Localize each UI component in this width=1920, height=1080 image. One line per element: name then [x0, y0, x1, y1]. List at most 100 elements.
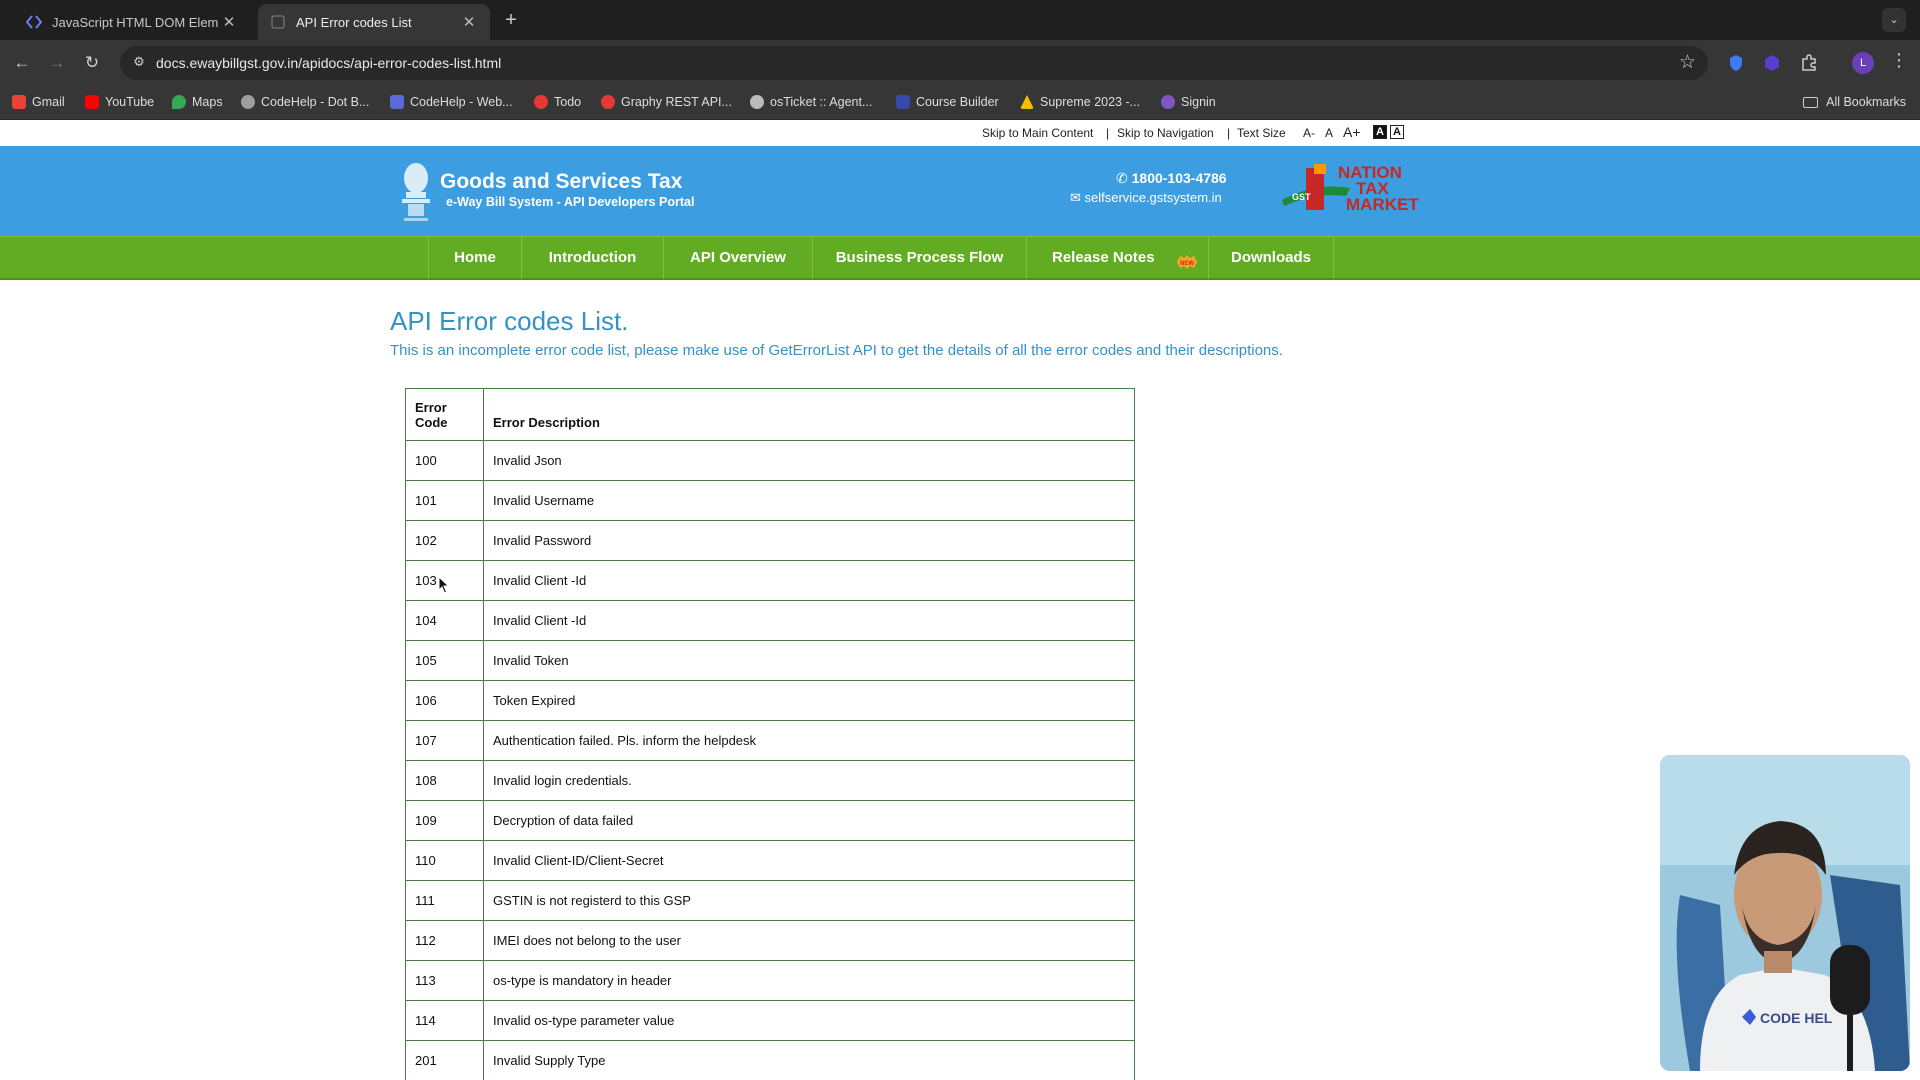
support-email[interactable]: ✉ selfservice.gstsystem.in	[1070, 190, 1222, 206]
bookmark-graphy[interactable]: Graphy REST API...	[601, 95, 732, 109]
table-header-row: Error Code Error Description	[405, 388, 1135, 441]
error-description-cell: Invalid Client -Id	[483, 600, 1135, 641]
national-emblem-icon	[402, 163, 430, 221]
bookmarks-bar: Gmail YouTube Maps CodeHelp - Dot B... C…	[0, 86, 1920, 120]
error-description-cell: Invalid Client-ID/Client-Secret	[483, 840, 1135, 881]
error-code-cell: 105	[405, 640, 484, 681]
table-row: 107 Authentication failed. Pls. inform th…	[405, 720, 1135, 761]
site-info-icon[interactable]: ⚙	[130, 54, 148, 72]
skip-main-link[interactable]: Skip to Main Content	[982, 126, 1093, 140]
back-arrow-icon[interactable]: ←	[10, 51, 34, 75]
globe-icon	[241, 95, 255, 109]
tab-search-chevron-icon[interactable]: ⌄	[1882, 8, 1906, 32]
error-description-cell: GSTIN is not registerd to this GSP	[483, 880, 1135, 921]
bookmark-codehelp-dotb[interactable]: CodeHelp - Dot B...	[241, 95, 369, 109]
address-bar[interactable]: ⚙ docs.ewaybillgst.gov.in/apidocs/api-er…	[120, 46, 1708, 80]
error-code-cell: 102	[405, 520, 484, 561]
table-row: 104 Invalid Client -Id	[405, 600, 1135, 641]
table-row: 106 Token Expired	[405, 680, 1135, 721]
table-row: 109 Decryption of data failed	[405, 800, 1135, 841]
error-description-cell: Invalid Username	[483, 480, 1135, 521]
close-tab-icon[interactable]: ✕	[460, 13, 478, 31]
error-code-cell: 110	[405, 840, 484, 881]
table-row: 201 Invalid Supply Type	[405, 1040, 1135, 1080]
nav-downloads[interactable]: Downloads	[1208, 237, 1334, 279]
page-note: This is an incomplete error code list, p…	[390, 342, 1283, 359]
profile-avatar[interactable]: L	[1852, 52, 1874, 74]
text-size-normal[interactable]: A	[1325, 126, 1333, 140]
new-tab-plus-icon[interactable]: +	[500, 9, 522, 31]
site-title: Goods and Services Tax	[440, 170, 683, 193]
youtube-icon	[85, 95, 99, 109]
reload-icon[interactable]: ↻	[80, 51, 104, 75]
error-description-cell: Invalid os-type parameter value	[483, 1000, 1135, 1041]
nav-api-overview[interactable]: API Overview	[663, 237, 812, 279]
page-favicon-icon	[270, 14, 286, 30]
table-body: 100 Invalid Json 101 Invalid Username 102 Inv…	[405, 440, 1135, 1080]
nav-introduction[interactable]: Introduction	[521, 237, 663, 279]
text-size-increase[interactable]: A+	[1343, 124, 1361, 140]
bookmark-star-icon[interactable]: ☆	[1679, 51, 1696, 74]
puzzle-extensions-icon[interactable]	[1799, 53, 1819, 73]
error-code-cell: 107	[405, 720, 484, 761]
error-description-cell: Decryption of data failed	[483, 800, 1135, 841]
bookmark-course-builder[interactable]: Course Builder	[896, 95, 999, 109]
separator: |	[1106, 126, 1110, 140]
error-code-cell: 112	[405, 920, 484, 961]
error-description-cell: Invalid Password	[483, 520, 1135, 561]
nav-business-process-flow[interactable]: Business Process Flow	[812, 237, 1026, 279]
table-row: 101 Invalid Username	[405, 480, 1135, 521]
bookmark-osticket[interactable]: osTicket :: Agent...	[750, 95, 872, 109]
table-row: 100 Invalid Json	[405, 440, 1135, 481]
bookmark-signin[interactable]: Signin	[1161, 95, 1216, 109]
normal-contrast-button[interactable]: A	[1390, 125, 1404, 139]
svg-text:GST: GST	[1292, 192, 1311, 202]
shield-extension-icon[interactable]	[1726, 53, 1746, 73]
separator: |	[1227, 126, 1231, 140]
bookmark-todo[interactable]: Todo	[534, 95, 581, 109]
browser-tabstrip: JavaScript HTML DOM Elem ✕ API Error cod…	[0, 0, 1920, 40]
web-page: Skip to Main Content | Skip to Navigatio…	[0, 120, 1920, 1080]
forward-arrow-icon[interactable]: →	[45, 51, 69, 75]
error-description-cell: Authentication failed. Pls. inform the h…	[483, 720, 1135, 761]
error-description-cell: Invalid Token	[483, 640, 1135, 681]
course-icon	[896, 95, 910, 109]
graphy-icon	[601, 95, 615, 109]
tab-title: API Error codes List	[296, 14, 412, 30]
shirt-text: CODE HEL	[1760, 1010, 1833, 1026]
error-code-cell: 109	[405, 800, 484, 841]
purple-extension-icon[interactable]	[1762, 53, 1782, 73]
osticket-icon	[750, 95, 764, 109]
close-tab-icon[interactable]: ✕	[220, 13, 238, 31]
all-bookmarks-button[interactable]: All Bookmarks	[1803, 95, 1906, 109]
high-contrast-button[interactable]: A	[1373, 125, 1387, 139]
maps-icon	[172, 95, 186, 109]
new-badge-icon: NEW	[1177, 255, 1197, 269]
bookmark-gmail[interactable]: Gmail	[12, 95, 65, 109]
bookmark-maps[interactable]: Maps	[172, 95, 223, 109]
webcam-overlay: CODE HEL	[1660, 755, 1910, 1071]
helpline-phone: ✆ 1800-103-4786	[1116, 170, 1227, 186]
browser-menu-icon[interactable]: ⋮	[1890, 50, 1908, 71]
text-size-decrease[interactable]: A-	[1303, 126, 1315, 140]
bookmark-codehelp-web[interactable]: CodeHelp - Web...	[390, 95, 513, 109]
main-navigation: Home Introduction API Overview Business …	[0, 236, 1920, 280]
bookmark-supreme[interactable]: Supreme 2023 -...	[1020, 95, 1140, 109]
table-row: 108 Invalid login credentials.	[405, 760, 1135, 801]
svg-text:MARKET: MARKET	[1346, 195, 1419, 214]
address-url[interactable]: docs.ewaybillgst.gov.in/apidocs/api-erro…	[156, 55, 501, 71]
error-description-cell: Invalid Client -Id	[483, 560, 1135, 601]
column-header-error-description: Error Description	[483, 388, 1135, 441]
drive-icon	[1020, 95, 1034, 109]
nation-tax-market-logo: GST NATION TAX MARKET	[1282, 163, 1419, 214]
text-size-label: Text Size	[1237, 126, 1286, 140]
table-row: 110 Invalid Client-ID/Client-Secret	[405, 840, 1135, 881]
error-codes-table: Error Code Error Description 100 Invalid …	[405, 388, 1135, 1080]
nav-home[interactable]: Home	[428, 237, 521, 279]
error-code-cell: 201	[405, 1040, 484, 1080]
tab-api-error-codes[interactable]: API Error codes List ✕	[258, 4, 490, 40]
skip-navigation-link[interactable]: Skip to Navigation	[1117, 126, 1214, 140]
bookmark-youtube[interactable]: YouTube	[85, 95, 154, 109]
tab-javascript-dom[interactable]: JavaScript HTML DOM Elem ✕	[14, 4, 250, 40]
folder-icon	[1803, 96, 1819, 108]
